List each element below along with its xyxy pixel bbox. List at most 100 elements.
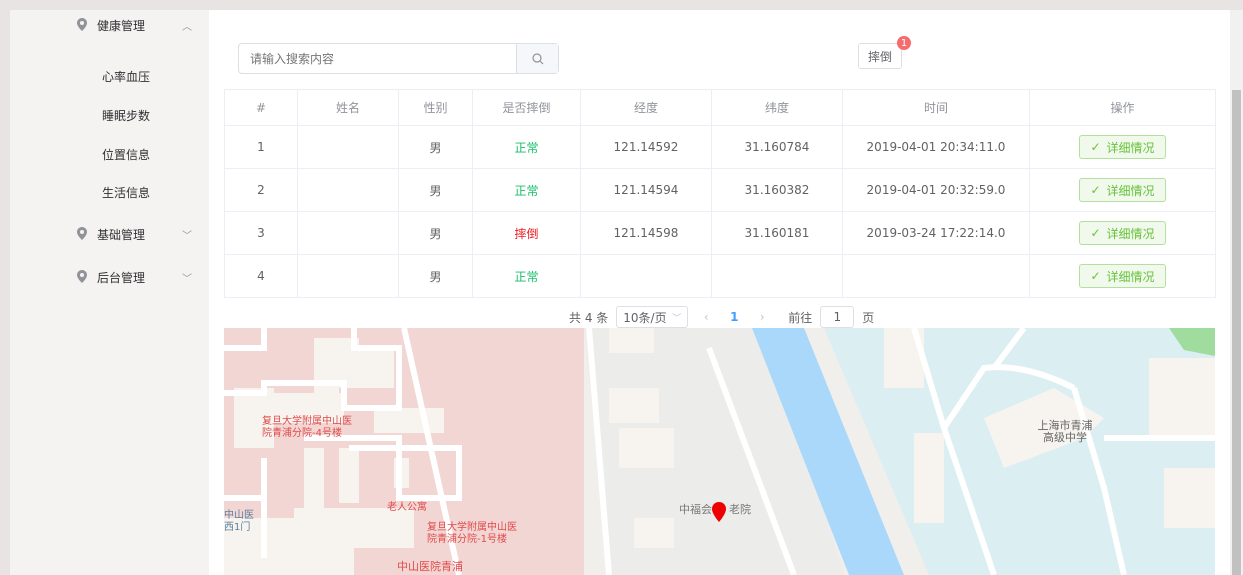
header-gender: 性别 xyxy=(398,89,473,126)
map-tiles xyxy=(224,328,1215,575)
goto-label: 前往 xyxy=(788,310,813,325)
header-name: 姓名 xyxy=(297,89,399,126)
menu-health[interactable]: 健康管理 ︿ xyxy=(10,10,209,40)
chevron-down-icon: ﹀ xyxy=(182,273,192,285)
menu-label: 后台管理 xyxy=(97,270,146,285)
map-label-nursing-home: 老院 xyxy=(729,503,751,516)
details-label: 详细情况 xyxy=(1106,183,1155,198)
main-content: 摔倒 1 # 姓名 性别 是否摔倒 经度 纬度 时间 操作 1男正常121.14… xyxy=(209,10,1230,575)
cell-longitude: 121.14598 xyxy=(580,211,712,255)
map-label-elderly-apartment: 老人公寓 xyxy=(387,502,427,513)
header-fall: 是否摔倒 xyxy=(472,89,581,126)
cell-longitude: 121.14592 xyxy=(580,125,712,169)
cell-index: 1 xyxy=(224,125,298,169)
cell-fall-status: 正常 xyxy=(472,125,581,169)
menu-backend[interactable]: 后台管理 ﹀ xyxy=(10,262,209,292)
map-label-hospital-1: 复旦大学附属中山医院青浦分院-1号楼 xyxy=(427,522,517,545)
header-latitude: 纬度 xyxy=(711,89,843,126)
page-size-value: 10条/页 xyxy=(623,310,667,325)
data-table: # 姓名 性别 是否摔倒 经度 纬度 时间 操作 1 男正常 121.14592 31… xyxy=(224,89,1216,298)
map-view[interactable]: 复旦大学附属中山医院青浦分院-4号楼 老人公寓 复旦大学附属中山医院青浦分院-1… xyxy=(224,328,1215,575)
check-icon: ✓ xyxy=(1090,269,1101,283)
check-icon: ✓ xyxy=(1090,183,1101,197)
details-label: 详细情况 xyxy=(1106,269,1155,284)
cell-fall-status: 正常 xyxy=(472,168,581,212)
check-icon: ✓ xyxy=(1090,226,1101,240)
cell-time: 2019-03-24 17:22:14.0 xyxy=(842,211,1030,255)
map-label-school: 上海市青浦高级中学 xyxy=(1037,419,1093,444)
chevron-up-icon: ︿ xyxy=(182,21,192,33)
cell-action: ✓ 详细情况 xyxy=(1029,254,1216,298)
header-action: 操作 xyxy=(1029,89,1216,126)
submenu-sleep-steps[interactable]: 睡眠步数 xyxy=(102,107,150,124)
cell-gender: 男 xyxy=(398,125,473,169)
search-icon xyxy=(531,52,543,64)
details-button[interactable]: ✓ 详细情况 xyxy=(1079,135,1166,159)
cell-time: 2019-04-01 20:32:59.0 xyxy=(842,168,1030,212)
map-label-hospital-4: 复旦大学附属中山医院青浦分院-4号楼 xyxy=(262,416,352,439)
cell-action: ✓ 详细情况 xyxy=(1029,168,1216,212)
header-index: # xyxy=(224,89,298,126)
details-button[interactable]: ✓ 详细情况 xyxy=(1079,221,1166,245)
sidebar: 健康管理 ︿ 心率血压 睡眠步数 位置信息 生活信息 基础管理 ﹀ 后台管理 ﹀ xyxy=(10,10,209,575)
cell-name xyxy=(297,168,399,212)
fall-alert-button[interactable]: 摔倒 xyxy=(858,43,902,69)
cell-index: 2 xyxy=(224,168,298,212)
location-icon xyxy=(77,227,87,240)
cell-gender: 男 xyxy=(398,211,473,255)
submenu-heart-rate[interactable]: 心率血压 xyxy=(102,68,150,85)
cell-action: ✓ 详细情况 xyxy=(1029,125,1216,169)
details-label: 详细情况 xyxy=(1106,226,1155,241)
cell-fall-status: 摔倒 xyxy=(472,211,581,255)
cell-latitude xyxy=(711,254,843,298)
check-icon: ✓ xyxy=(1090,140,1101,154)
goto-suffix: 页 xyxy=(862,310,875,325)
search-input[interactable] xyxy=(239,44,516,73)
prev-page-button[interactable]: ‹ xyxy=(696,310,716,324)
scrollbar-thumb[interactable] xyxy=(1232,90,1241,575)
cell-latitude: 31.160382 xyxy=(711,168,843,212)
search-button[interactable] xyxy=(516,44,558,73)
scrollbar[interactable] xyxy=(1230,10,1243,575)
map-label-zhongfu: 中福会 xyxy=(679,503,712,516)
goto-page-input[interactable]: 1 xyxy=(820,306,855,328)
page-number[interactable]: 1 xyxy=(724,310,744,324)
location-icon xyxy=(77,270,87,283)
table-header-row: # 姓名 性别 是否摔倒 经度 纬度 时间 操作 xyxy=(224,89,1216,126)
chevron-down-icon: ﹀ xyxy=(672,313,682,324)
cell-name xyxy=(297,211,399,255)
header-time: 时间 xyxy=(842,89,1030,126)
table-row: 4 男正常 ✓ 详细情况 xyxy=(224,254,1216,298)
submenu-life[interactable]: 生活信息 xyxy=(102,184,150,201)
table-row: 1 男正常 121.14592 31.160784 2019-04-01 20:34:1… xyxy=(224,125,1216,169)
notification-badge: 1 xyxy=(897,36,911,50)
pagination: 共 4 条 10条/页 ﹀ ‹ 1 › 前往 1 页 xyxy=(569,306,874,328)
page-size-select[interactable]: 10条/页 ﹀ xyxy=(616,306,689,328)
map-marker-icon[interactable] xyxy=(712,502,726,522)
table-row: 3 男摔倒 121.14598 31.160181 2019-03-24 17:22:1… xyxy=(224,211,1216,255)
cell-name xyxy=(297,254,399,298)
cell-action: ✓ 详细情况 xyxy=(1029,211,1216,255)
search-box xyxy=(238,43,559,74)
cell-gender: 男 xyxy=(398,254,473,298)
details-button[interactable]: ✓ 详细情况 xyxy=(1079,178,1166,202)
cell-index: 3 xyxy=(224,211,298,255)
chevron-down-icon: ﹀ xyxy=(182,230,192,242)
cell-longitude: 121.14594 xyxy=(580,168,712,212)
header-longitude: 经度 xyxy=(580,89,712,126)
menu-label: 健康管理 xyxy=(97,18,146,33)
next-page-button[interactable]: › xyxy=(752,310,772,324)
map-label-west-gate: 中山医西1门 xyxy=(224,510,254,533)
table-row: 2 男正常 121.14594 31.160382 2019-04-01 20:32:5… xyxy=(224,168,1216,212)
location-icon xyxy=(77,18,87,31)
details-label: 详细情况 xyxy=(1106,140,1155,155)
cell-time xyxy=(842,254,1030,298)
cell-longitude xyxy=(580,254,712,298)
fall-button-label: 摔倒 xyxy=(867,49,892,64)
cell-name xyxy=(297,125,399,169)
details-button[interactable]: ✓ 详细情况 xyxy=(1079,264,1166,288)
menu-basic[interactable]: 基础管理 ﹀ xyxy=(10,219,209,249)
submenu-location[interactable]: 位置信息 xyxy=(102,146,150,163)
cell-time: 2019-04-01 20:34:11.0 xyxy=(842,125,1030,169)
cell-fall-status: 正常 xyxy=(472,254,581,298)
